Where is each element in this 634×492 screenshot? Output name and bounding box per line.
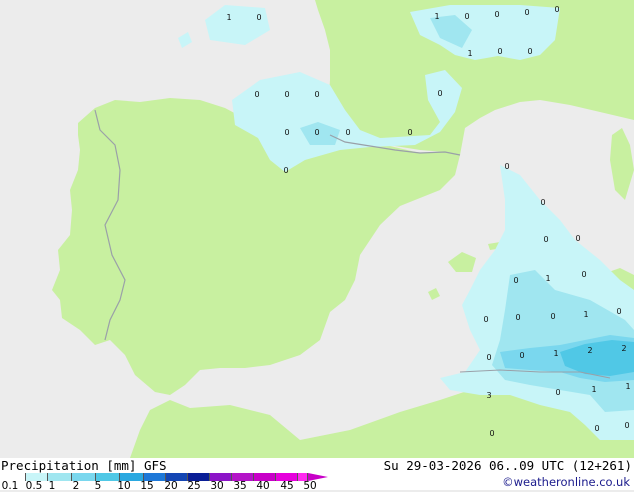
colorbar-tick-label: 45 [280, 480, 294, 492]
precip-value-label: 0 [513, 276, 518, 285]
map-title: Precipitation [mm] GFS [1, 458, 167, 473]
precip-value-label: 1 [434, 12, 439, 21]
precip-value-label: 0 [555, 388, 560, 397]
precip-value-label: 1 [591, 385, 596, 394]
precipitation-map[interactable]: 1 0 1 0 0 0 0 0 0 0 0 0 0 0 0 1 0 0 0 0 0 0 0 0 1 0 0 0 0 1 0 0 0 1 2 2 3 0 1 1… [0, 0, 634, 458]
land-mallorca [448, 252, 476, 272]
precip-value-label: 1 [226, 13, 231, 22]
precip-value-label: 0 [464, 12, 469, 21]
colorbar-tick-label: 1 [48, 480, 56, 492]
precip-value-label: 0 [616, 307, 621, 316]
precip-value-label: 0 [256, 13, 261, 22]
precip-value-label: 0 [540, 198, 545, 207]
colorbar-tick-label: 40 [256, 480, 270, 492]
precip-value-label: 0 [494, 10, 499, 19]
precip-value-label: 0 [527, 47, 532, 56]
precip-value-label: 0 [437, 89, 442, 98]
precip-value-label: 3 [486, 391, 491, 400]
precip-value-label: 0 [345, 128, 350, 137]
precip-value-label: 0 [497, 47, 502, 56]
precip-value-label: 1 [545, 274, 550, 283]
precip-value-label: 0 [483, 315, 488, 324]
precip-value-label: 0 [581, 270, 586, 279]
precip-value-label: 0 [550, 312, 555, 321]
map-footer: Precipitation [mm] GFS Su 29-03-2026 06.… [0, 458, 634, 492]
land-ibiza [428, 288, 440, 300]
precip-area-gulf-of-lion [178, 32, 192, 48]
colorbar-tick-label: 10 [117, 480, 131, 492]
precip-value-label: 0 [284, 128, 289, 137]
land-corsica [610, 128, 634, 200]
precip-value-label: 0 [314, 128, 319, 137]
colorbar-tick-label: 35 [233, 480, 247, 492]
precip-value-label: 0 [515, 313, 520, 322]
colorbar-tick-label: 0.1 [1, 480, 19, 492]
precip-value-label: 0 [486, 353, 491, 362]
colorbar-tick-label: 30 [210, 480, 224, 492]
map-canvas: 1 0 1 0 0 0 0 0 0 0 0 0 0 0 0 1 0 0 0 0 0 0 0 0 1 0 0 0 0 1 0 0 0 1 2 2 3 0 1 1… [52, 0, 634, 458]
colorbar-tick-label: 0.5 [25, 480, 43, 492]
precip-value-label: 1 [625, 382, 630, 391]
precip-value-label: 0 [543, 235, 548, 244]
precip-value-label: 0 [524, 8, 529, 17]
precip-value-label: 1 [553, 349, 558, 358]
precip-value-label: 0 [594, 424, 599, 433]
colorbar-tick-label: 50 [303, 480, 317, 492]
precip-value-label: 0 [554, 5, 559, 14]
colorbar-tick-label: 5 [94, 480, 102, 492]
precip-area-north-atlantic [205, 5, 270, 45]
precip-value-label: 0 [284, 90, 289, 99]
precip-value-label: 0 [254, 90, 259, 99]
precip-value-label: 0 [504, 162, 509, 171]
precip-value-label: 2 [587, 346, 592, 355]
precip-value-label: 1 [467, 49, 472, 58]
credit-link[interactable]: ©weatheronline.co.uk [502, 475, 630, 489]
colorbar-tick-label: 15 [140, 480, 154, 492]
precip-value-label: 0 [624, 421, 629, 430]
precip-value-label: 0 [489, 429, 494, 438]
valid-time: Su 29-03-2026 06..09 UTC (12+261) [383, 458, 632, 473]
precip-value-label: 0 [314, 90, 319, 99]
colorbar-tick-label: 2 [72, 480, 80, 492]
precip-value-label: 1 [583, 310, 588, 319]
precip-value-label: 0 [407, 128, 412, 137]
precip-value-label: 2 [621, 344, 626, 353]
colorbar-tick-label: 20 [164, 480, 178, 492]
colorbar-tick-label: 25 [187, 480, 201, 492]
precip-value-label: 0 [283, 166, 288, 175]
precip-value-label: 0 [575, 234, 580, 243]
precip-value-label: 0 [519, 351, 524, 360]
